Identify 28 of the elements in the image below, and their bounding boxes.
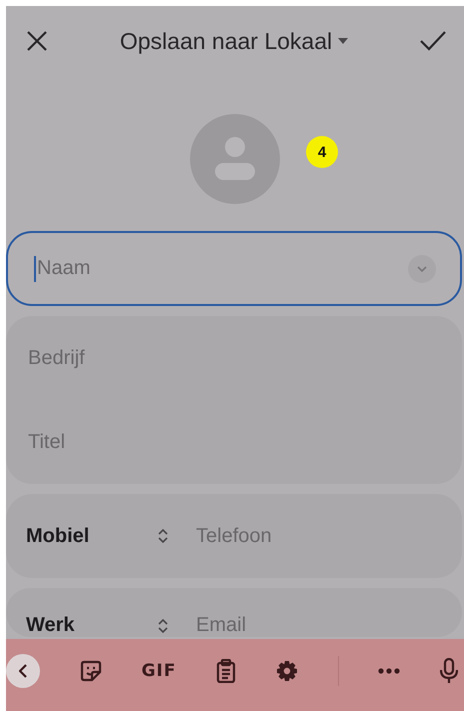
up-down-icon: [158, 618, 168, 632]
more-icon: [378, 668, 400, 674]
microphone-icon: [440, 658, 458, 684]
close-icon: [26, 30, 48, 52]
chevron-down-icon: [417, 266, 427, 272]
settings-button[interactable]: [276, 660, 298, 682]
sticker-button[interactable]: [80, 660, 102, 682]
chevron-left-icon: [19, 664, 27, 678]
placeholder-text: Telefoon: [196, 524, 273, 548]
account-dropdown[interactable]: Opslaan naar Lokaal: [120, 28, 348, 54]
clipboard-icon: [216, 659, 236, 683]
input-field[interactable]: Werk Email: [6, 588, 462, 637]
person-icon: [214, 136, 256, 182]
sticker-icon: [80, 660, 102, 682]
type-selector[interactable]: Mobiel: [26, 524, 196, 548]
caret-icon: [338, 38, 348, 44]
step-badge: 4: [306, 136, 338, 168]
gif-button[interactable]: GIF: [141, 661, 176, 681]
voice-input-button[interactable]: [440, 658, 458, 684]
placeholder-text: Email: [196, 614, 248, 637]
input-field[interactable]: Mobiel Telefoon: [6, 494, 462, 578]
back-button[interactable]: [6, 654, 40, 688]
type-selector[interactable]: Werk: [26, 614, 196, 637]
check-icon: [420, 30, 446, 52]
up-down-icon: [158, 529, 168, 543]
clipboard-button[interactable]: [216, 659, 236, 683]
settings-icon: [276, 660, 298, 682]
more-button[interactable]: [378, 668, 400, 674]
